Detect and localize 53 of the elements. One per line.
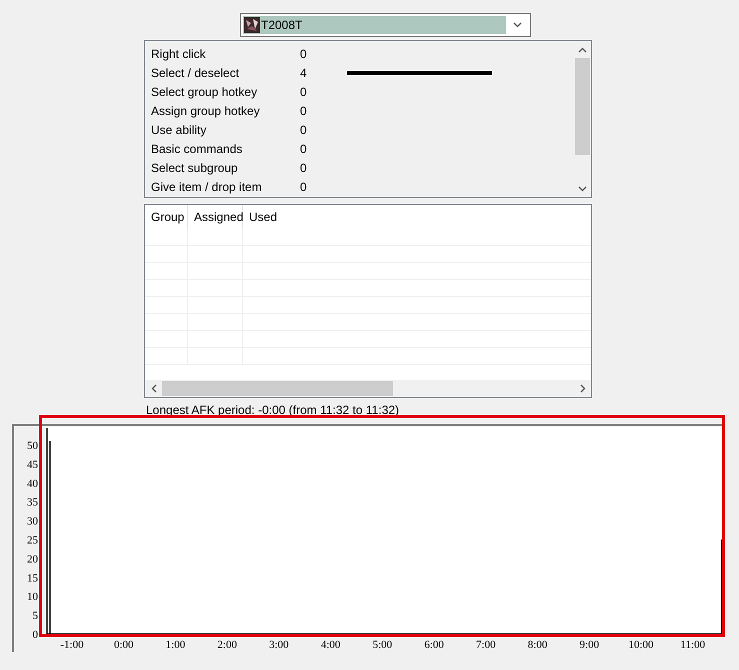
- x-tick-label: 5:00: [372, 639, 392, 651]
- action-name: Give item / drop item: [151, 178, 263, 196]
- action-count: 0: [300, 122, 308, 138]
- action-name: Select / deselect: [151, 64, 240, 82]
- x-tick-label: 3:00: [269, 639, 289, 651]
- x-tick-label: 11:00: [680, 639, 706, 651]
- y-tick-label: 25: [27, 534, 38, 546]
- action-name: Assign group hotkey: [151, 102, 261, 120]
- scroll-right-icon: [580, 384, 586, 393]
- player-dropdown[interactable]: T2008T: [240, 13, 531, 37]
- x-tick-label: 1:00: [166, 639, 186, 651]
- y-tick-label: 15: [27, 572, 38, 584]
- y-tick-label: 35: [27, 496, 38, 509]
- action-count: 0: [300, 102, 308, 120]
- y-tick-label: 50: [27, 440, 38, 452]
- afk-period-text: Longest AFK period: -0:00 (from 11:32 to 11:32): [146, 403, 400, 417]
- x-tick-label: 10:00: [628, 639, 654, 651]
- action-count: 4: [300, 64, 308, 82]
- action-name: Select subgroup: [151, 160, 239, 176]
- x-tick-label: 2:00: [217, 639, 237, 651]
- action-name: Right click: [151, 46, 207, 62]
- x-tick-label: 7:00: [476, 639, 496, 651]
- x-tick-label: 9:00: [580, 639, 600, 651]
- action-count: 0: [300, 140, 308, 158]
- action-name: Basic commands: [151, 140, 244, 158]
- x-tick-label: 6:00: [424, 639, 444, 651]
- action-count: 0: [300, 160, 308, 176]
- horizontal-scrollbar[interactable]: [145, 380, 591, 397]
- y-tick-label: 40: [27, 478, 38, 490]
- x-tick-label: 4:00: [320, 639, 340, 651]
- player-avatar-icon: [244, 17, 260, 33]
- column-header[interactable]: Group: [145, 205, 188, 229]
- action-count: 0: [300, 84, 308, 100]
- scroll-up-icon: [578, 46, 587, 52]
- action-name: Use ability: [151, 122, 208, 138]
- y-tick-label: 20: [27, 553, 38, 566]
- action-count: 0: [300, 178, 308, 196]
- scroll-left-icon: [150, 384, 156, 393]
- player-name: T2008T: [261, 17, 302, 34]
- x-tick-label: 0:00: [114, 639, 134, 651]
- x-tick-label: 8:00: [528, 639, 548, 651]
- action-name: Select group hotkey: [151, 84, 258, 100]
- scroll-down-icon: [578, 186, 587, 192]
- y-tick-label: 5: [32, 610, 38, 622]
- action-count: 0: [300, 46, 308, 62]
- column-header[interactable]: Used: [243, 205, 278, 229]
- y-tick-label: 30: [27, 516, 38, 528]
- y-tick-label: 0: [32, 629, 38, 641]
- dropdown-caret-icon: [512, 22, 522, 28]
- y-tick-label: 10: [27, 591, 38, 604]
- x-tick-label: -1:00: [60, 639, 84, 651]
- y-tick-label: 45: [27, 458, 38, 471]
- column-header[interactable]: Assigned: [188, 205, 243, 229]
